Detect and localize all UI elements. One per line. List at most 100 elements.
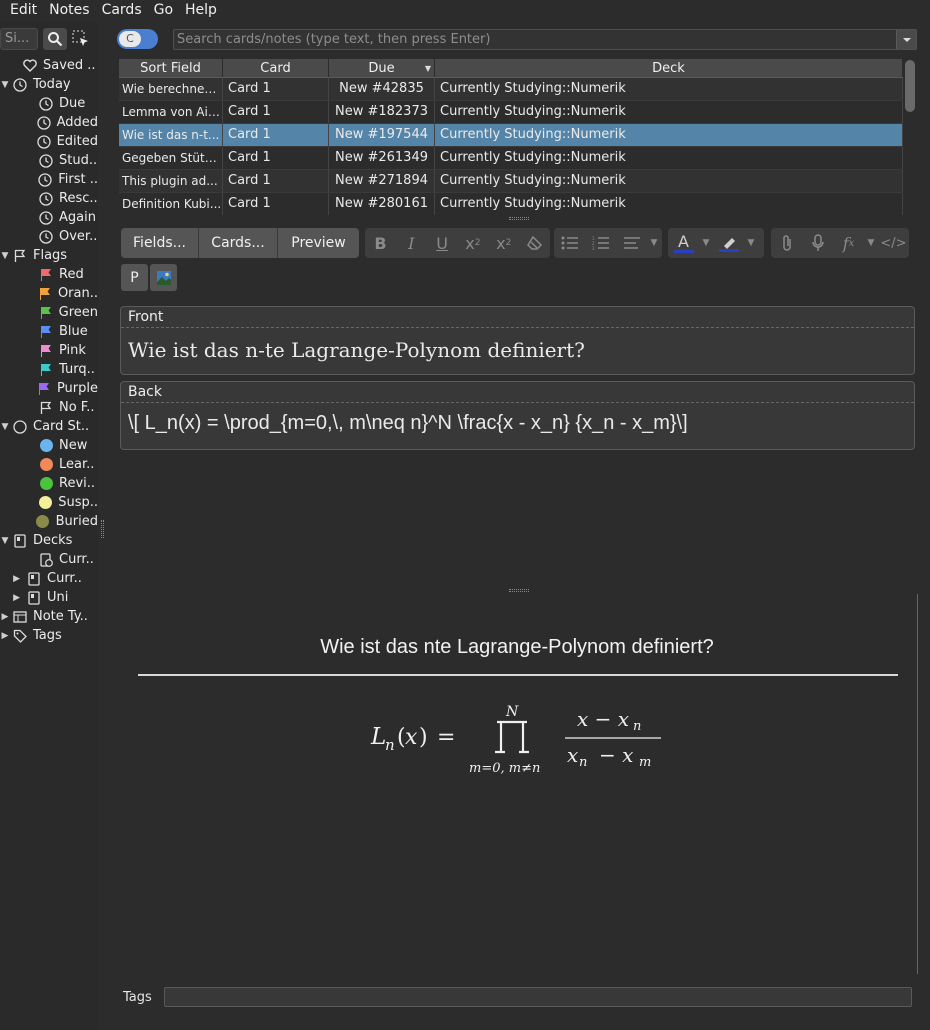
menu-cards[interactable]: Cards: [96, 2, 148, 18]
sidebar-item-flag-blue[interactable]: Blue: [0, 322, 98, 341]
sidebar-search-input[interactable]: Si...: [0, 28, 38, 50]
highlight-color-icon[interactable]: [713, 228, 744, 258]
table-vertical-scrollbar[interactable]: [904, 60, 916, 214]
chevron-right-icon[interactable]: ▶: [0, 631, 10, 641]
scrollbar-thumb[interactable]: [905, 60, 915, 112]
sidebar-item-flag-turquoise[interactable]: Turq..: [0, 360, 98, 379]
chevron-right-icon[interactable]: ▶: [0, 593, 26, 603]
sidebar-splitter-handle[interactable]: [101, 520, 104, 538]
back-field: Back \[ L_n(x) = \prod_{m=0,\, m\neq n}^…: [120, 381, 915, 450]
chevron-right-icon[interactable]: ▶: [0, 574, 26, 584]
sidebar-item-rescheduled[interactable]: Resc..: [0, 189, 98, 208]
chevron-down-icon: [902, 37, 911, 42]
sidebar-item-flag-red[interactable]: Red: [0, 265, 98, 284]
tags-label: Tags: [123, 990, 152, 1005]
image-occlusion-button[interactable]: [150, 264, 177, 291]
chevron-right-icon[interactable]: ▶: [0, 612, 10, 622]
bold-icon[interactable]: B: [365, 228, 396, 258]
table-row[interactable]: Gegeben Stütz... Card 1 New #261349 Current…: [119, 147, 903, 170]
sidebar-item-edited[interactable]: Edited: [0, 132, 98, 151]
table-row[interactable]: This plugin ad... Card 1 New #271894 Curren…: [119, 170, 903, 193]
front-field-editor[interactable]: Wie ist das n-te Lagrange-Polynom defini…: [121, 328, 914, 372]
sidebar-item-deck-current-filtered[interactable]: Curr..: [0, 550, 98, 569]
column-header-due[interactable]: Due ▼: [329, 59, 435, 77]
sidebar-item-note-types[interactable]: ▶ Note Ty..: [0, 607, 98, 626]
menu-help[interactable]: Help: [179, 2, 223, 18]
bullet-list-icon[interactable]: [554, 228, 585, 258]
sidebar-item-no-flag[interactable]: No F..: [0, 398, 98, 417]
italic-icon[interactable]: I: [396, 228, 427, 258]
search-input[interactable]: [174, 30, 894, 49]
clock-icon: [36, 134, 52, 150]
paperclip-icon[interactable]: [771, 228, 802, 258]
sidebar-item-tags[interactable]: ▶ Tags: [0, 626, 98, 645]
sidebar-item-decks[interactable]: ▼ Decks: [0, 531, 98, 550]
search-history-dropdown[interactable]: [896, 30, 916, 49]
cards-notes-toggle[interactable]: C: [117, 29, 158, 49]
sidebar-item-state-learning[interactable]: Lear..: [0, 455, 98, 474]
menu-edit[interactable]: Edit: [4, 2, 43, 18]
back-field-editor[interactable]: \[ L_n(x) = \prod_{m=0,\, m\neq n}^N \fr…: [121, 403, 914, 443]
sidebar-item-flag-orange[interactable]: Oran..: [0, 284, 98, 303]
chevron-down-icon[interactable]: ▼: [0, 536, 10, 546]
column-header-deck[interactable]: Deck: [435, 59, 903, 77]
menu-notes[interactable]: Notes: [43, 2, 95, 18]
review-state-dot-icon: [39, 477, 53, 490]
menu-go[interactable]: Go: [148, 2, 179, 18]
sidebar-item-flag-green[interactable]: Green: [0, 303, 98, 322]
sidebar-item-flag-purple[interactable]: Purple: [0, 379, 98, 398]
microphone-icon[interactable]: [802, 228, 833, 258]
chevron-down-icon[interactable]: ▼: [0, 422, 10, 432]
sidebar-item-deck-current[interactable]: ▶ Curr..: [0, 569, 98, 588]
table-row[interactable]: Lemma von Ait... Card 1 New #182373 Current…: [119, 101, 903, 124]
tags-input[interactable]: [164, 987, 912, 1007]
sidebar-item-state-suspended[interactable]: Susp..: [0, 493, 98, 512]
function-icon[interactable]: 𝑓x: [833, 228, 864, 258]
table-row[interactable]: Definition Kubi... Card 1 New #280161 Curre…: [119, 193, 903, 215]
p-addon-button[interactable]: P: [121, 264, 148, 291]
chevron-down-icon[interactable]: ▼: [0, 80, 10, 90]
table-editor-splitter-handle[interactable]: [509, 217, 529, 220]
text-color-icon[interactable]: A: [668, 228, 699, 258]
sidebar-search-button[interactable]: [43, 28, 67, 50]
sidebar-item-state-new[interactable]: New: [0, 436, 98, 455]
sidebar-item-flags[interactable]: ▼ Flags: [0, 246, 98, 265]
fields-button[interactable]: Fields...: [121, 228, 199, 258]
sidebar-item-due[interactable]: Due: [0, 94, 98, 113]
sidebar-item-state-review[interactable]: Revi..: [0, 474, 98, 493]
sidebar-item-saved-searches[interactable]: Saved ..: [0, 56, 98, 75]
superscript-icon[interactable]: x2: [457, 228, 488, 258]
sidebar-item-state-buried[interactable]: Buried: [0, 512, 98, 531]
subscript-icon[interactable]: x2: [488, 228, 519, 258]
underline-icon[interactable]: U: [427, 228, 458, 258]
chevron-down-icon[interactable]: ▼: [647, 238, 661, 248]
editor-preview-splitter-handle[interactable]: [509, 589, 529, 592]
sidebar-item-overdue[interactable]: Over..: [0, 227, 98, 246]
sidebar-item-card-state[interactable]: ▼ Card St..: [0, 417, 98, 436]
cards-button[interactable]: Cards...: [199, 228, 278, 258]
column-header-sort-field[interactable]: Sort Field: [119, 59, 223, 77]
sidebar-item-first-review[interactable]: First ..: [0, 170, 98, 189]
sidebar-select-button[interactable]: [69, 28, 93, 50]
search-bar[interactable]: [173, 29, 917, 50]
column-header-card[interactable]: Card: [223, 59, 329, 77]
align-icon[interactable]: [616, 228, 647, 258]
html-code-icon[interactable]: </>: [878, 228, 909, 258]
sidebar-item-again[interactable]: Again: [0, 208, 98, 227]
eraser-icon[interactable]: [519, 228, 550, 258]
circle-outline-icon: [12, 419, 28, 435]
table-row[interactable]: Wie berechnen... Card 1 New #42835 Currentl…: [119, 78, 903, 101]
preview-button[interactable]: Preview: [278, 228, 359, 258]
chevron-down-icon[interactable]: ▼: [864, 238, 878, 248]
table-row-selected[interactable]: Wie ist das n-t... Card 1 New #197544 Curre…: [119, 124, 903, 147]
sidebar-item-studied[interactable]: Stud..: [0, 151, 98, 170]
sidebar-item-added[interactable]: Added: [0, 113, 98, 132]
sidebar-item-deck-uni[interactable]: ▶ Uni: [0, 588, 98, 607]
chevron-down-icon[interactable]: ▼: [699, 238, 713, 248]
chevron-down-icon[interactable]: ▼: [0, 251, 10, 261]
chevron-down-icon[interactable]: ▼: [744, 238, 758, 248]
rendered-math-formula: L n ( x ) = N m=0, m≠n x − x n x n − x m: [370, 704, 661, 776]
sidebar-item-flag-pink[interactable]: Pink: [0, 341, 98, 360]
sidebar-item-today[interactable]: ▼ Today: [0, 75, 98, 94]
numbered-list-icon[interactable]: 123: [585, 228, 616, 258]
